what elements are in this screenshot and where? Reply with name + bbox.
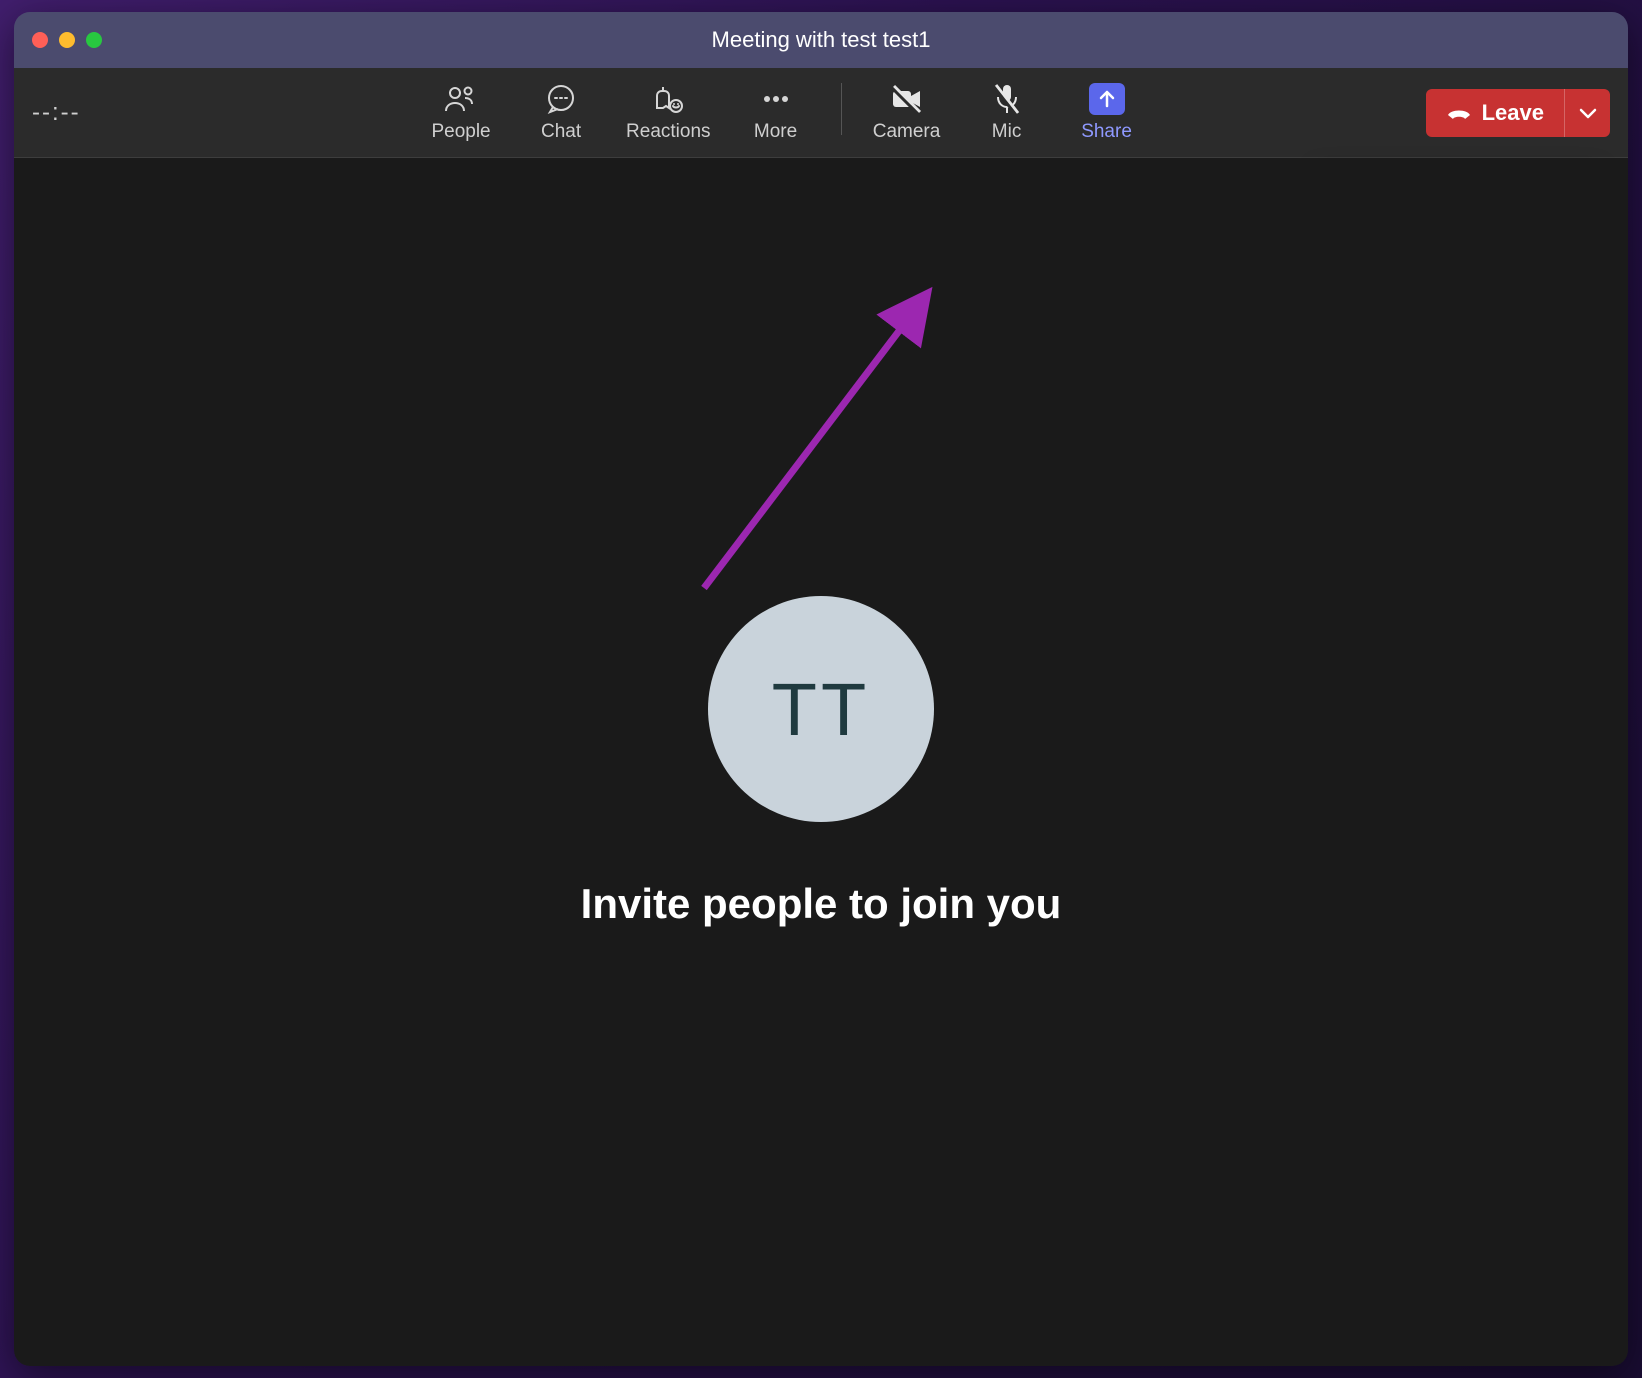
camera-button[interactable]: Camera: [872, 83, 942, 143]
reactions-label: Reactions: [626, 121, 711, 143]
maximize-window-button[interactable]: [86, 32, 102, 48]
people-button[interactable]: People: [426, 83, 496, 143]
chat-label: Chat: [541, 121, 581, 143]
camera-label: Camera: [873, 121, 941, 143]
reactions-icon: [651, 83, 685, 115]
avatar: TT: [708, 596, 934, 822]
toolbar-separator: [841, 83, 842, 135]
leave-button[interactable]: Leave: [1426, 89, 1564, 137]
avatar-initials: TT: [772, 667, 870, 752]
window-controls: [32, 32, 102, 48]
invite-heading: Invite people to join you: [581, 880, 1062, 928]
meeting-stage: TT Invite people to join you: [14, 158, 1628, 1366]
leave-options-button[interactable]: [1564, 89, 1610, 137]
toolbar-center: People Chat: [142, 83, 1426, 143]
titlebar: Meeting with test test1: [14, 12, 1628, 68]
chevron-down-icon: [1579, 107, 1597, 119]
meeting-window: Meeting with test test1 --:-- People: [14, 12, 1628, 1366]
share-icon: [1089, 83, 1125, 115]
people-icon: [444, 83, 478, 115]
mic-off-icon: [992, 83, 1022, 115]
more-label: More: [754, 121, 797, 143]
toolbar-right: Leave: [1426, 89, 1610, 137]
share-button[interactable]: Share: [1072, 83, 1142, 143]
toolbar: --:-- People: [14, 68, 1628, 158]
mic-label: Mic: [992, 121, 1022, 143]
chat-icon: [545, 83, 577, 115]
reactions-button[interactable]: Reactions: [626, 83, 711, 143]
leave-label: Leave: [1482, 100, 1544, 126]
more-icon: [761, 83, 791, 115]
meeting-title: Meeting with test test1: [712, 27, 931, 53]
annotation-arrow: [694, 278, 954, 598]
close-window-button[interactable]: [32, 32, 48, 48]
share-label: Share: [1081, 121, 1132, 143]
leave-group: Leave: [1426, 89, 1610, 137]
mic-button[interactable]: Mic: [972, 83, 1042, 143]
meeting-timer: --:--: [32, 99, 142, 127]
chat-button[interactable]: Chat: [526, 83, 596, 143]
camera-off-icon: [890, 83, 924, 115]
more-button[interactable]: More: [741, 83, 811, 143]
people-label: People: [431, 121, 490, 143]
hangup-icon: [1446, 103, 1472, 123]
minimize-window-button[interactable]: [59, 32, 75, 48]
